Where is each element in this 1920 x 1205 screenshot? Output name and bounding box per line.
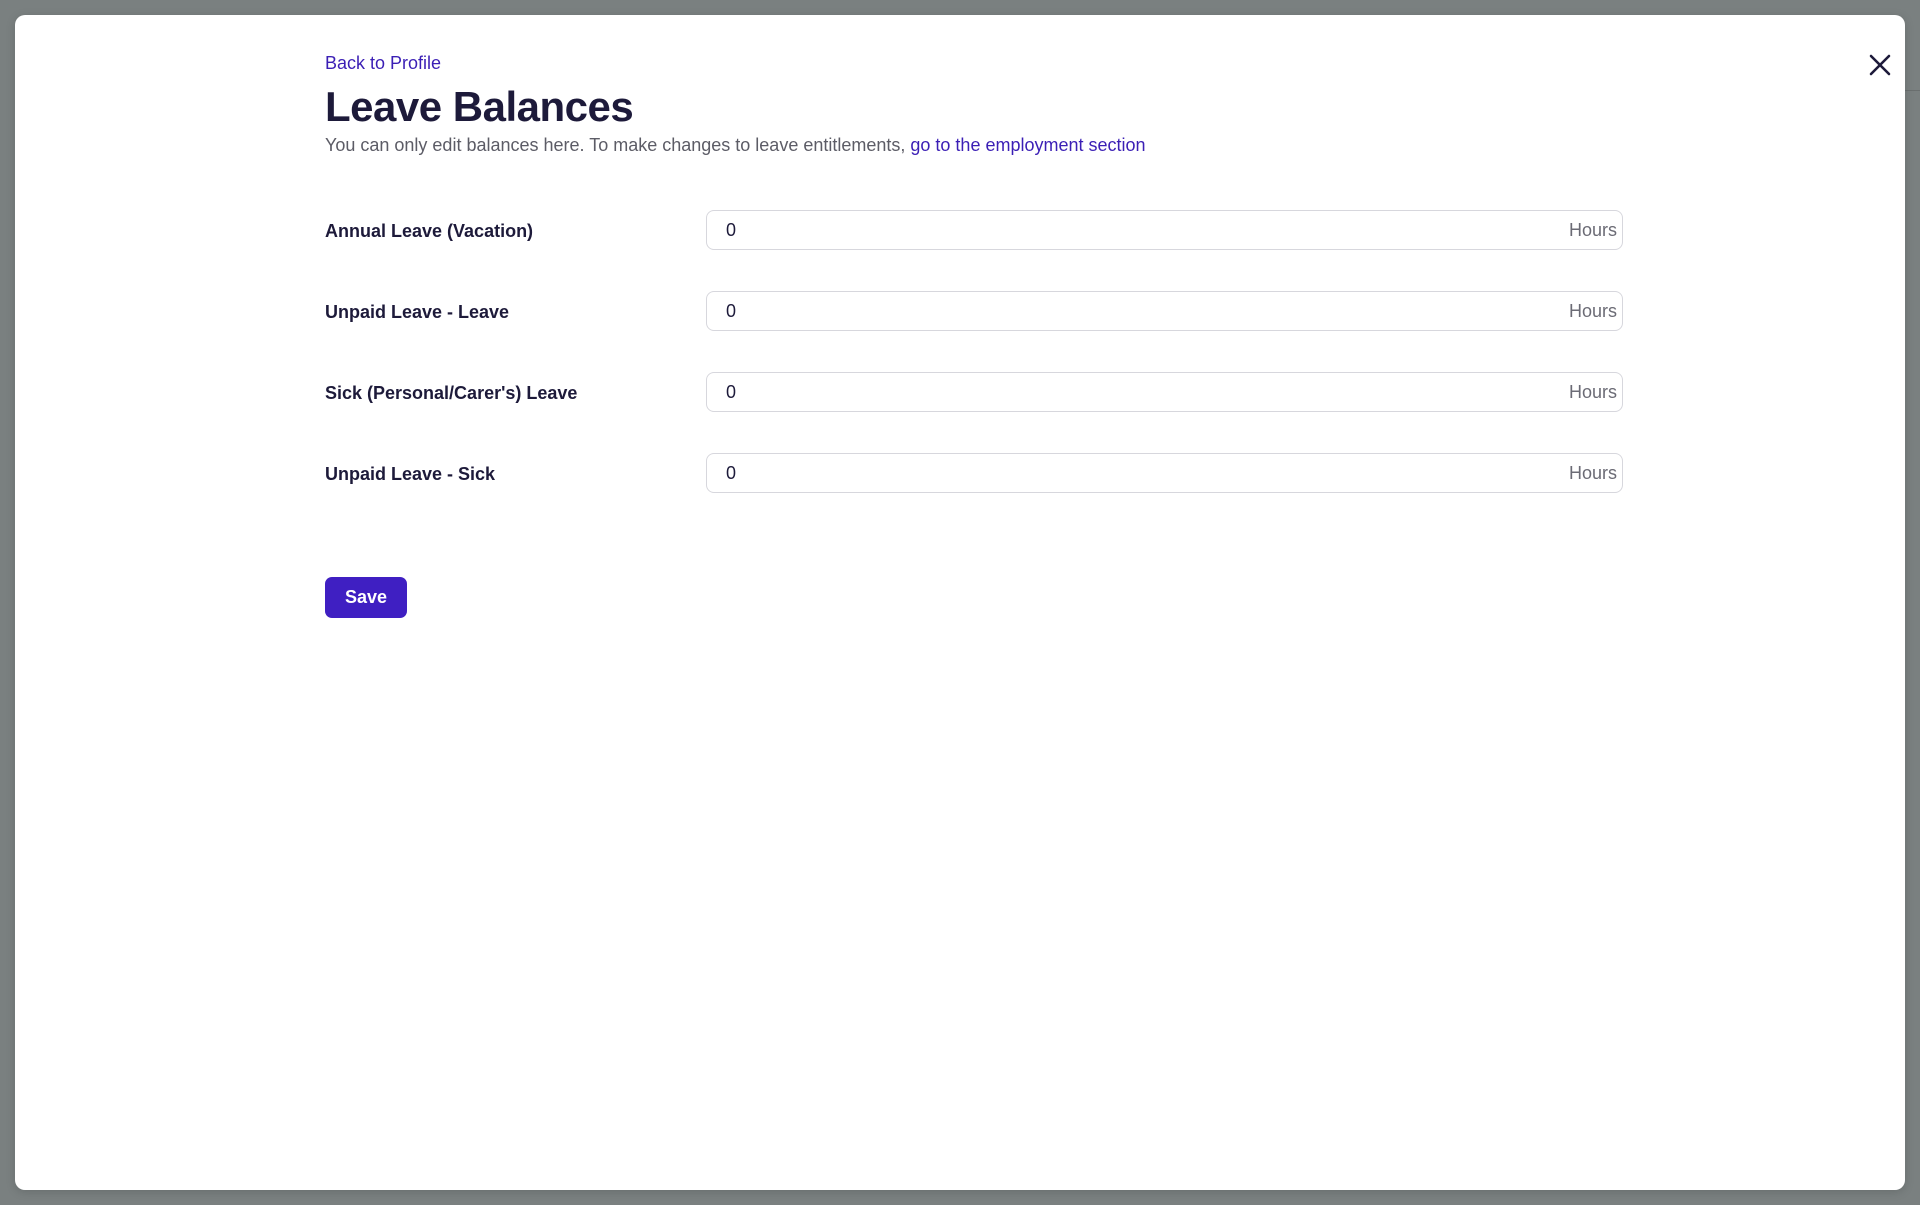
row-label: Annual Leave (Vacation) bbox=[325, 221, 534, 241]
leave-row-unpaid-leave: Unpaid Leave - Leave Hours bbox=[325, 291, 1625, 333]
employment-section-link[interactable]: go to the employment section bbox=[910, 135, 1145, 155]
subtitle-text: You can only edit balances here. To make… bbox=[325, 135, 911, 155]
page-title: Leave Balances bbox=[325, 83, 634, 130]
unpaid-leave-input[interactable] bbox=[726, 292, 1526, 330]
balance-input-wrapper: Hours bbox=[706, 372, 1623, 412]
leave-row-annual: Annual Leave (Vacation) Hours bbox=[325, 210, 1625, 252]
page-subtitle: You can only edit balances here. To make… bbox=[325, 135, 1146, 156]
leave-row-unpaid-sick: Unpaid Leave - Sick Hours bbox=[325, 453, 1625, 495]
unit-label: Hours bbox=[1568, 382, 1617, 402]
row-label: Unpaid Leave - Sick bbox=[325, 464, 496, 484]
row-label: Sick (Personal/Carer's) Leave bbox=[325, 383, 578, 403]
save-button[interactable]: Save bbox=[325, 577, 407, 618]
close-button[interactable] bbox=[1865, 50, 1895, 80]
close-icon bbox=[1869, 54, 1891, 76]
unit-label: Hours bbox=[1568, 463, 1617, 483]
balance-input-wrapper: Hours bbox=[706, 210, 1623, 250]
leave-row-sick: Sick (Personal/Carer's) Leave Hours bbox=[325, 372, 1625, 414]
balance-input-wrapper: Hours bbox=[706, 453, 1623, 493]
annual-leave-input[interactable] bbox=[726, 211, 1526, 249]
balance-input-wrapper: Hours bbox=[706, 291, 1623, 331]
sick-leave-input[interactable] bbox=[726, 373, 1526, 411]
background-page-hint bbox=[1905, 90, 1920, 91]
row-label: Unpaid Leave - Leave bbox=[325, 302, 510, 322]
unpaid-sick-input[interactable] bbox=[726, 454, 1526, 492]
unit-label: Hours bbox=[1568, 301, 1617, 321]
leave-balances-modal: Back to Profile Leave Balances You can o… bbox=[15, 15, 1905, 1190]
unit-label: Hours bbox=[1568, 220, 1617, 240]
back-to-profile-link[interactable]: Back to Profile bbox=[325, 53, 441, 74]
